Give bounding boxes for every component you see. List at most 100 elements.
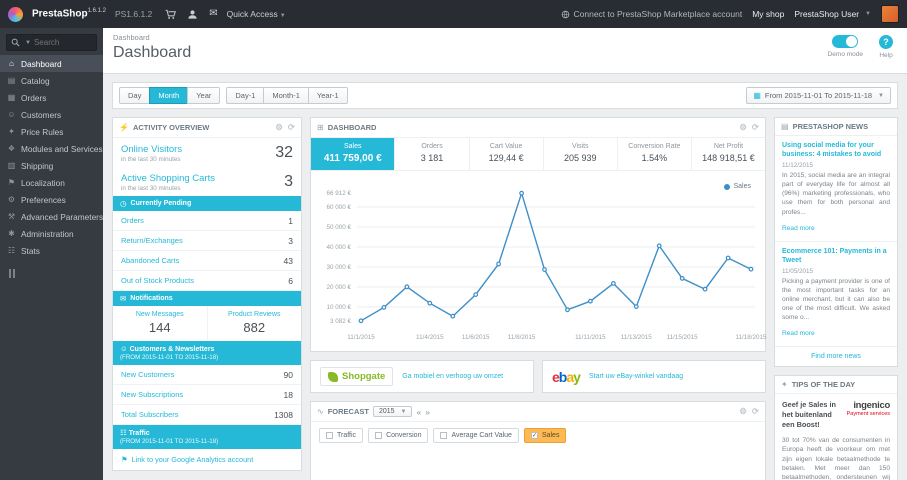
news-headline-link[interactable]: Ecommerce 101: Payments in a Tweet [782, 247, 890, 265]
online-visitors-sub: in the last 30 minutes [121, 156, 181, 163]
gear-icon[interactable]: ⚙ [739, 406, 747, 417]
sidebar-item-dashboard[interactable]: ⌂ Dashboard [0, 55, 103, 72]
modules-icon: ❖ [7, 144, 16, 153]
date-range-picker[interactable]: ▦ From 2015-11-01 To 2015-11-18 ▼ [746, 87, 891, 104]
calendar-icon: ▦ [753, 91, 761, 100]
forecast-toggles: Traffic Conversion Average Cart Value ✓ S… [311, 422, 765, 449]
administration-icon: ✱ [8, 229, 15, 238]
help-icon[interactable]: ? [879, 35, 893, 49]
activity-overview-panel: ⚡ ACTIVITY OVERVIEW ⚙ ⟳ Online Visitors i… [112, 117, 302, 471]
chevron-down-icon[interactable]: ▼ [25, 40, 31, 46]
sidebar-item-catalog[interactable]: ▤ Catalog [0, 72, 103, 89]
tips-headline: Geef je Sales in het buitenland een Boos… [782, 400, 836, 429]
demo-mode-label: Demo mode [827, 51, 863, 58]
forecast-toggle-average-cart-value[interactable]: Average Cart Value [433, 428, 519, 443]
y-axis-label: 3 082 € [329, 317, 351, 325]
dashboard-icon: ⌂ [9, 59, 14, 68]
forecast-toggle-conversion[interactable]: Conversion [368, 428, 429, 443]
quick-access-menu[interactable]: Quick Access ▼ [227, 9, 286, 19]
sidebar-item-localization[interactable]: ⚑ Localization [0, 174, 103, 191]
out-of-stock-link[interactable]: Out of Stock Products [121, 276, 194, 285]
read-more-link[interactable]: Read more [782, 330, 815, 337]
kpi-net-profit[interactable]: Net Profit 148 918,51 € [692, 138, 765, 170]
customers-section-icon: ☺ [120, 344, 128, 353]
avatar[interactable] [881, 5, 899, 23]
pending-returns-link[interactable]: Return/Exchanges [121, 236, 183, 245]
new-subscriptions-link[interactable]: New Subscriptions [121, 390, 183, 399]
sidebar-item-shipping[interactable]: ▥ Shipping [0, 157, 103, 174]
filter-month-button[interactable]: Month [149, 87, 189, 104]
refresh-icon[interactable]: ⟳ [752, 122, 759, 133]
total-subscribers-link[interactable]: Total Subscribers [121, 410, 179, 419]
gear-icon[interactable]: ⚙ [739, 122, 747, 133]
online-visitors-label[interactable]: Online Visitors [121, 144, 275, 155]
forecast-prev-button[interactable]: « [416, 407, 421, 417]
ingenico-logo: ingenico Payment services [846, 400, 891, 418]
tips-top: Geef je Sales in het buitenland een Boos… [775, 394, 897, 434]
news-panel-title: PRESTASHOP NEWS [792, 122, 869, 131]
kpi-cart-value[interactable]: Cart Value 129,44 € [470, 138, 544, 170]
forecast-year-select[interactable]: 2015 ▼ [372, 406, 413, 417]
forecast-panel-title: FORECAST [327, 407, 369, 416]
forecast-panel-header: ∿ FORECAST 2015 ▼ « » ⚙ ⟳ [311, 402, 765, 422]
kpi-row: Sales 411 759,00 € Orders 3 181 Cart Value… [311, 138, 765, 171]
kpi-conversion-rate[interactable]: Conversion Rate 1.54% [618, 138, 692, 170]
kpi-sales[interactable]: Sales 411 759,00 € [311, 138, 396, 170]
news-panel-header: ▤ PRESTASHOP NEWS [775, 118, 897, 136]
sidebar-item-administration[interactable]: ✱ Administration [0, 225, 103, 242]
topbar-icons: ✉ [165, 9, 218, 20]
sidebar-item-price-rules[interactable]: ✦ Price Rules [0, 123, 103, 140]
notifications-header: ✉ Notifications [113, 291, 301, 306]
sidebar-item-modules[interactable]: ❖ Modules and Services [0, 140, 103, 157]
y-axis-label: 10 000 € [326, 304, 351, 311]
read-more-link[interactable]: Read more [782, 225, 815, 232]
gear-icon[interactable]: ⚙ [275, 122, 283, 133]
user-menu[interactable]: PrestaShop User ▼ [794, 9, 871, 19]
kpi-orders[interactable]: Orders 3 181 [395, 138, 470, 170]
refresh-icon[interactable]: ⟳ [288, 122, 295, 133]
new-messages-cell[interactable]: New Messages 144 [113, 306, 207, 341]
sidebar-item-preferences[interactable]: ⚙ Preferences [0, 191, 103, 208]
active-carts-label[interactable]: Active Shopping Carts [121, 173, 284, 184]
messages-icon[interactable]: ✉ [209, 9, 217, 19]
filter-day-button[interactable]: Day [119, 87, 151, 104]
abandoned-carts-link[interactable]: Abandoned Carts [121, 256, 179, 265]
version-label: 1.6.1.2 [87, 8, 106, 15]
filter-day-1-button[interactable]: Day-1 [226, 87, 265, 104]
filter-year-button[interactable]: Year [187, 87, 221, 104]
google-analytics-link[interactable]: ⚑ Link to your Google Analytics account [113, 449, 301, 470]
page-title: Dashboard [113, 44, 192, 61]
filter-month-1-button[interactable]: Month-1 [263, 87, 309, 104]
forecast-toggle-sales[interactable]: ✓ Sales [523, 428, 567, 443]
ebay-link[interactable]: Start uw eBay-winkel vandaag [589, 373, 683, 380]
sidebar-item-customers[interactable]: ☺ Customers [0, 106, 103, 123]
prestashop-news-panel: ▤ PRESTASHOP NEWS Using social media for… [774, 117, 898, 368]
forecast-toggle-traffic[interactable]: Traffic [319, 428, 364, 443]
sidebar-item-advanced-parameters[interactable]: ⚒ Advanced Parameters [0, 208, 103, 225]
demo-mode-toggle[interactable] [832, 35, 859, 48]
find-more-news-link[interactable]: Find more news [775, 347, 897, 366]
shopgate-promo: Shopgate Ga mobiel en verhoog uw omzet [310, 360, 534, 393]
product-reviews-cell[interactable]: Product Reviews 882 [206, 306, 302, 341]
refresh-icon[interactable]: ⟳ [752, 406, 759, 417]
news-headline-link[interactable]: Using social media for your business: 4 … [782, 141, 890, 159]
topbar-right: Connect to PrestaShop Marketplace accoun… [561, 5, 899, 23]
customers-topbar-icon[interactable] [187, 9, 198, 20]
chart-legend[interactable]: Sales [724, 183, 751, 190]
my-shop-link[interactable]: My shop [752, 9, 784, 19]
collapse-menu-button[interactable] [9, 269, 103, 278]
new-customers-link[interactable]: New Customers [121, 370, 174, 379]
sidebar-item-stats[interactable]: ☷ Stats [0, 242, 103, 259]
news-body: Picking a payment provider is one of the… [782, 277, 890, 322]
search-input[interactable] [33, 38, 92, 47]
shopgate-link[interactable]: Ga mobiel en verhoog uw omzet [402, 373, 503, 380]
pending-orders-link[interactable]: Orders [121, 216, 144, 225]
forecast-next-button[interactable]: » [425, 407, 430, 417]
sidebar-item-orders[interactable]: ▦ Orders [0, 89, 103, 106]
filter-year-1-button[interactable]: Year-1 [307, 87, 348, 104]
kpi-visits[interactable]: Visits 205 939 [544, 138, 618, 170]
checkbox-icon [375, 432, 383, 439]
cart-icon[interactable] [165, 9, 177, 20]
currently-pending-header: ◷ Currently Pending [113, 196, 301, 211]
marketplace-connect-link[interactable]: Connect to PrestaShop Marketplace accoun… [561, 9, 742, 19]
